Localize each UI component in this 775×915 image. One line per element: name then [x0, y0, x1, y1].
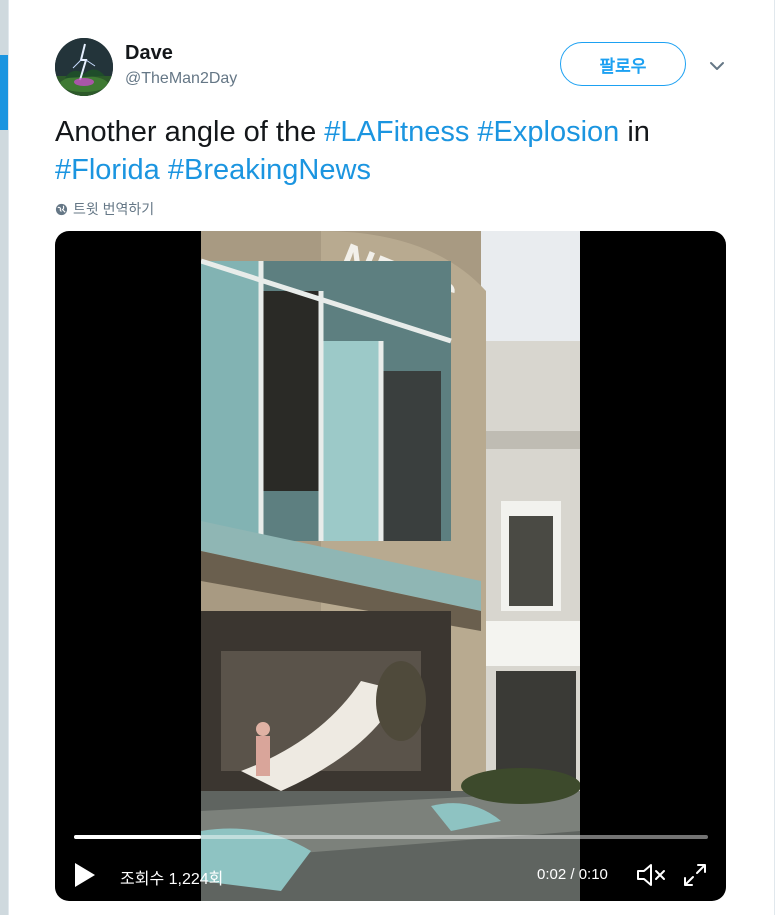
progress-bar[interactable] [74, 835, 708, 839]
fullscreen-icon[interactable] [681, 861, 709, 889]
tweet-card: Dave @TheMan2Day 팔로우 Another angle of th… [8, 0, 775, 915]
view-count: 조회수 1,224회 [120, 871, 224, 888]
tweet-text: Another angle of the #LAFitness #Explosi… [55, 113, 735, 189]
globe-icon [55, 203, 68, 215]
follow-button[interactable]: 팔로우 [560, 42, 686, 86]
chevron-down-icon[interactable] [707, 56, 727, 76]
hashtag-link[interactable]: #LAFitness [324, 116, 469, 148]
tweet-text-segment: in [619, 116, 650, 148]
avatar-image [55, 38, 113, 96]
translate-link[interactable]: 트윗 번역하기 [55, 199, 154, 219]
progress-fill [74, 835, 201, 839]
hashtag-link[interactable]: #Explosion [477, 116, 619, 148]
video-time: 0:02 / 0:10 [537, 866, 608, 883]
tweet-text-segment: Another angle of the [55, 116, 325, 148]
video-player[interactable]: NESS [55, 231, 726, 901]
tweet-text-segment [160, 154, 168, 186]
play-icon[interactable] [71, 859, 99, 891]
hashtag-link[interactable]: #BreakingNews [168, 154, 371, 186]
background-accent [0, 55, 8, 130]
user-handle[interactable]: @TheMan2Day [125, 70, 237, 88]
avatar[interactable] [55, 38, 113, 96]
hashtag-link[interactable]: #Florida [55, 154, 160, 186]
video-frame: NESS [201, 231, 580, 901]
translate-label: 트윗 번역하기 [73, 201, 155, 217]
background-strip [0, 0, 8, 915]
user-name[interactable]: Dave [125, 42, 173, 65]
mute-icon[interactable] [635, 861, 669, 889]
